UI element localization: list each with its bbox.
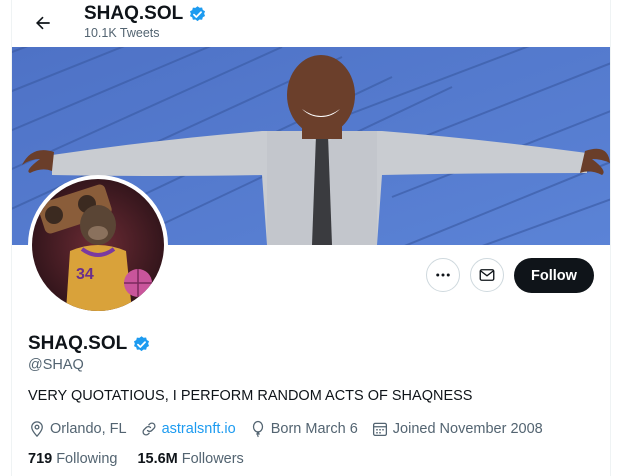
following-stat[interactable]: 719 Following [28,451,117,467]
website-link[interactable]: astralsnft.io [162,421,236,437]
frame-border-right [610,0,611,476]
more-dots-icon [436,273,450,277]
followers-count: 15.6M [137,451,178,467]
tweets-count: 10.1K Tweets [84,26,160,40]
following-label: Following [56,451,118,467]
profile-name-row: SHAQ.SOL [28,333,151,355]
more-options-button[interactable] [426,258,460,292]
link-icon [142,422,156,436]
profile-bio: VERY QUOTATIOUS, I PERFORM RANDOM ACTS O… [28,388,473,404]
profile-name: SHAQ.SOL [28,333,128,354]
avatar-image: 34 [32,179,164,311]
follow-button[interactable]: Follow [514,258,594,293]
birthday-item: Born March 6 [249,420,358,438]
joined-item: Joined November 2008 [371,420,543,438]
balloon-icon [252,420,263,438]
verified-badge-icon[interactable] [132,335,151,354]
followers-stat[interactable]: 15.6M Followers [137,451,243,467]
profile-avatar[interactable]: 34 [28,175,168,315]
header-title-row: SHAQ.SOL [84,3,207,25]
calendar-icon [372,422,387,437]
message-button[interactable] [470,258,504,292]
profile-header-bar: SHAQ.SOL 10.1K Tweets [12,0,610,47]
location-pin-icon [31,421,43,438]
header-title: SHAQ.SOL [84,3,184,24]
profile-stats: 719 Following 15.6M Followers [28,451,264,467]
arrow-left-icon [36,16,50,30]
verified-badge-icon [190,5,206,21]
svg-text:34: 34 [76,266,94,283]
followers-label: Followers [181,451,244,467]
profile-meta-row: Orlando, FL astralsnft.io Born March 6 J… [28,420,556,438]
profile-handle: @SHAQ [28,357,84,373]
website-item: astralsnft.io [140,420,236,438]
location-text: Orlando, FL [50,421,127,437]
following-count: 719 [28,451,53,467]
joined-text: Joined November 2008 [392,421,543,437]
envelope-icon [479,269,495,281]
birthday-text: Born March 6 [270,421,358,437]
location-item: Orlando, FL [28,420,127,438]
back-button[interactable] [26,6,60,40]
